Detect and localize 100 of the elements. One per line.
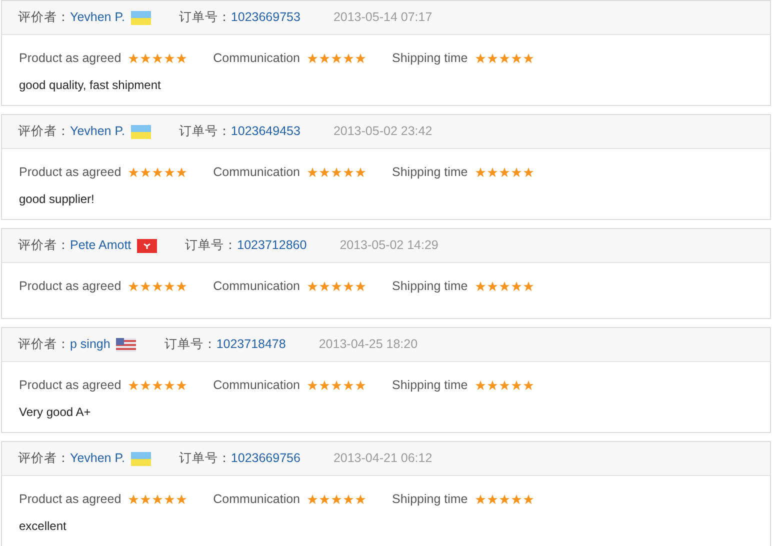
star-icon	[152, 52, 164, 64]
reviewer-label: 评价者：	[18, 237, 70, 254]
star-icon	[522, 494, 534, 505]
reviewer-link[interactable]: Yevhen P.	[70, 8, 125, 27]
flag-icon	[130, 10, 151, 24]
review-comment: excellent	[19, 518, 68, 535]
star-icon	[486, 166, 498, 178]
order-link[interactable]: 1023669756	[230, 449, 300, 468]
review-date: 2013-05-02 14:29	[340, 237, 438, 254]
star-icon	[510, 380, 522, 391]
star-icon	[128, 280, 140, 292]
star-icon	[522, 166, 534, 178]
star-icon	[355, 380, 366, 391]
star-icon	[498, 380, 510, 391]
order-link[interactable]: 1023718478	[216, 335, 286, 354]
star-icon	[140, 494, 152, 505]
star-icon	[343, 166, 354, 178]
star-icon	[510, 52, 522, 64]
star-icon	[486, 280, 498, 292]
star-icon	[307, 494, 318, 505]
flag-icon	[130, 124, 151, 138]
review-date: 2013-05-14 07:17	[333, 9, 432, 26]
star-icon	[152, 380, 164, 391]
star-icon	[486, 494, 498, 505]
review-date: 2013-04-21 06:12	[333, 450, 432, 468]
reviewer-link[interactable]: p singh	[70, 335, 110, 354]
star-icon	[176, 380, 188, 391]
star-icon	[152, 494, 164, 505]
reviewer-link[interactable]: Yevhen P.	[70, 449, 125, 468]
star-icon	[164, 280, 176, 292]
star-icon	[331, 280, 342, 292]
star-icon	[319, 280, 330, 292]
star-icon	[319, 166, 330, 178]
star-icon	[343, 280, 354, 292]
star-icon	[343, 52, 354, 64]
star-icon	[522, 280, 534, 292]
star-icon	[140, 280, 152, 292]
star-icon	[307, 52, 318, 64]
order-link[interactable]: 1023712860	[237, 236, 307, 255]
star-icon	[176, 52, 188, 64]
star-icon	[474, 166, 486, 178]
star-icon	[474, 380, 486, 391]
star-icon	[319, 52, 330, 64]
order-label: 订单号：	[164, 336, 216, 354]
order-label: 订单号：	[185, 237, 238, 254]
star-icon	[498, 280, 510, 292]
star-icon	[522, 380, 534, 391]
review-comment: good quality, fast shipment	[19, 76, 162, 94]
star-icon	[474, 494, 486, 505]
order-link[interactable]: 1023669753	[230, 8, 300, 27]
star-icon	[498, 166, 510, 178]
rating-label: Communication	[213, 164, 300, 181]
star-icon	[307, 280, 318, 292]
rating-label: Shipping time	[392, 164, 468, 181]
star-icon	[486, 52, 498, 64]
flag-icon	[130, 452, 151, 466]
star-icon	[474, 52, 486, 64]
star-icon	[140, 166, 152, 178]
star-icon	[319, 380, 330, 391]
review-date: 2013-04-25 18:20	[318, 336, 418, 354]
reviewer-label: 评价者：	[18, 9, 70, 26]
star-icon	[331, 380, 342, 391]
star-icon	[355, 280, 366, 292]
star-icon	[343, 494, 354, 505]
rating-label: Product as agreed	[19, 164, 122, 181]
star-icon	[522, 52, 534, 64]
rating-label: Shipping time	[392, 491, 468, 508]
star-icon	[319, 494, 330, 505]
star-icon	[331, 166, 342, 178]
rating-label: Product as agreed	[19, 491, 122, 508]
order-link[interactable]: 1023649453	[230, 122, 300, 141]
rating-label: Communication	[213, 50, 300, 67]
order-label: 订单号：	[178, 450, 231, 468]
star-icon	[343, 380, 354, 391]
star-icon	[164, 380, 176, 391]
star-icon	[498, 52, 510, 64]
star-icon	[510, 280, 522, 292]
star-icon	[128, 166, 140, 178]
star-icon	[164, 166, 176, 178]
review-comment: Very good A+	[19, 404, 92, 421]
star-icon	[307, 380, 318, 391]
review-date: 2013-05-02 23:42	[333, 123, 432, 140]
rating-label: Product as agreed	[19, 377, 122, 394]
reviewer-link[interactable]: Pete Amott	[70, 236, 132, 255]
star-icon	[140, 380, 152, 391]
star-icon	[510, 494, 522, 505]
rating-label: Shipping time	[392, 278, 468, 295]
star-icon	[331, 52, 342, 64]
rating-label: Product as agreed	[19, 50, 122, 67]
reviewer-link[interactable]: Yevhen P.	[70, 122, 125, 141]
star-icon	[510, 166, 522, 178]
reviewer-label: 评价者：	[18, 450, 70, 468]
star-icon	[152, 166, 164, 178]
rating-label: Communication	[213, 491, 300, 508]
star-icon	[486, 380, 498, 391]
rating-label: Shipping time	[392, 377, 468, 394]
star-icon	[140, 52, 152, 64]
reviewer-label: 评价者：	[18, 123, 70, 140]
rating-label: Communication	[213, 278, 300, 295]
review-comment: good supplier!	[19, 190, 96, 208]
